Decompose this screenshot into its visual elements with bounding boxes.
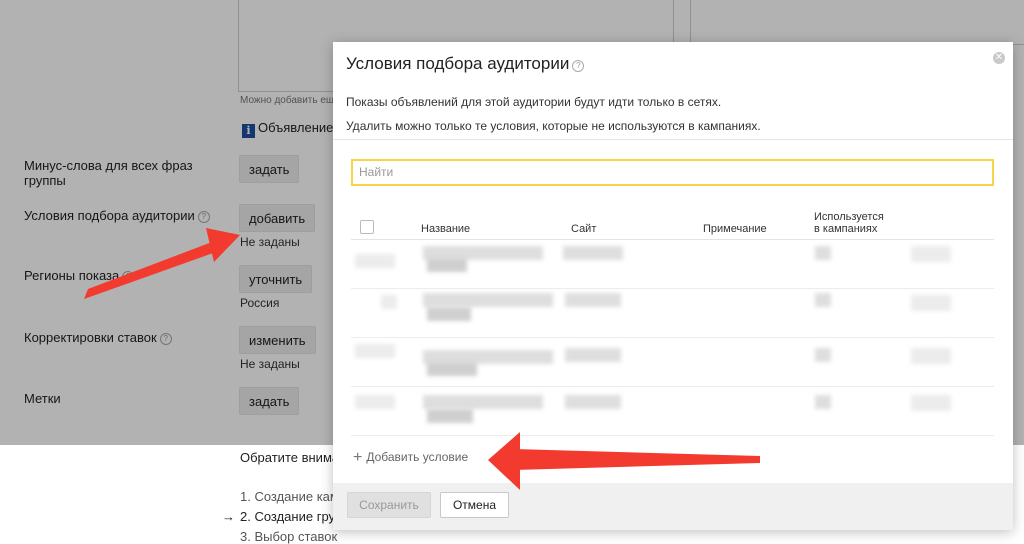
select-all-checkbox[interactable] [360,220,374,234]
dialog-title: Условия подбора аудитории? [346,54,585,74]
search-input[interactable]: Найти [351,159,994,186]
column-header-name[interactable]: Название [421,223,470,235]
blurred-cell [381,295,397,309]
blurred-cell [355,344,395,358]
column-header-used-line1: Используется [814,211,884,223]
close-icon[interactable]: ✕ [993,52,1005,64]
audience-conditions-dialog: Условия подбора аудитории? ✕ Показы объя… [333,42,1013,530]
help-icon[interactable]: ? [572,60,585,72]
dialog-description-1: Показы объявлений для этой аудитории буд… [346,95,722,109]
add-condition-label: Добавить условие [366,450,469,464]
table-row[interactable] [351,387,994,436]
blurred-cell [911,295,951,311]
column-header-site[interactable]: Сайт [571,223,596,235]
blurred-cell [427,258,467,272]
blurred-cell [355,395,395,409]
blurred-cell [815,348,831,362]
current-step-marker: → [222,509,235,524]
column-header-used-line2: в кампаниях [814,223,878,235]
table-row[interactable] [351,338,994,387]
step-item: 1. Создание камп [240,489,346,504]
blurred-cell [565,293,621,307]
search-placeholder: Найти [359,165,394,179]
blurred-cell [911,348,951,364]
column-header-note[interactable]: Примечание [703,223,767,235]
blurred-cell [815,293,831,307]
plus-icon: + [353,449,363,466]
blurred-cell [427,362,477,376]
cancel-button[interactable]: Отмена [440,492,509,518]
column-header-used[interactable]: Используется в кампаниях [814,211,884,235]
save-button[interactable]: Сохранить [347,492,431,518]
blurred-cell [427,409,473,423]
table-row[interactable] [351,289,994,338]
dialog-footer: Сохранить Отмена [333,483,1013,530]
blurred-cell [815,246,831,260]
attention-heading: Обратите внима [240,450,340,465]
blurred-cell [563,246,623,260]
blurred-cell [565,395,621,409]
table-row[interactable] [351,240,994,289]
step-item-current: 2. Создание груп [240,509,343,524]
blurred-cell [565,348,621,362]
blurred-cell [423,395,543,409]
blurred-cell [355,254,395,268]
divider [333,139,1013,140]
step-item: 3. Выбор ставок [240,529,338,544]
blurred-cell [815,395,831,409]
blurred-cell [427,307,471,321]
blurred-cell [911,246,951,262]
blurred-cell [911,395,951,411]
dialog-title-text: Условия подбора аудитории [346,54,570,73]
blurred-cell [423,293,553,307]
dialog-description-2: Удалить можно только те условия, которые… [346,119,761,133]
add-condition-link[interactable]: + Добавить условие [353,449,468,467]
